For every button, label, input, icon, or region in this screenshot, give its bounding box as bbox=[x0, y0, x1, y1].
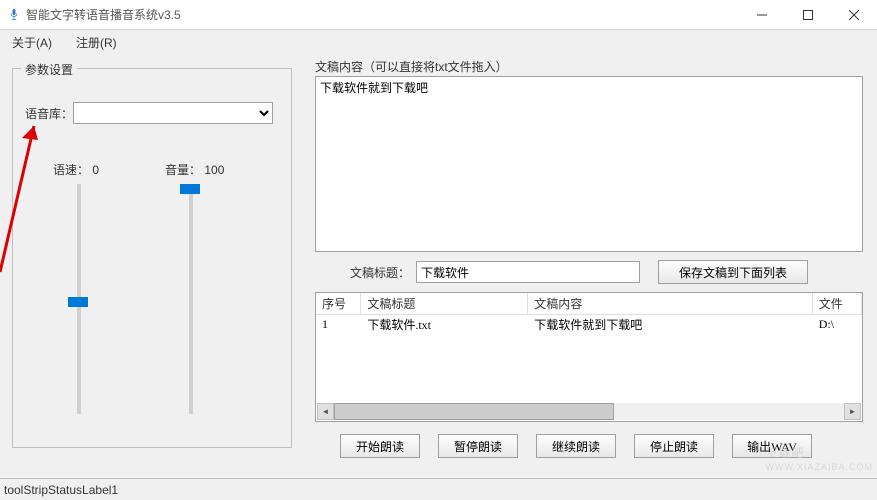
menubar: 关于(A) 注册(R) bbox=[0, 30, 877, 54]
content-title-input[interactable] bbox=[416, 261, 640, 283]
scroll-right-icon[interactable]: ► bbox=[844, 403, 861, 420]
output-wav-button[interactable]: 输出WAV bbox=[732, 434, 812, 458]
playback-buttons: 开始朗读 暂停朗读 继续朗读 停止朗读 输出WAV bbox=[340, 434, 812, 458]
volume-slider-thumb[interactable] bbox=[180, 184, 200, 194]
voice-lib-select[interactable] bbox=[73, 102, 273, 124]
list-row[interactable]: 1 下载软件.txt 下载软件就到下载吧 D:\ bbox=[316, 315, 862, 333]
col-path[interactable]: 文件 bbox=[813, 293, 862, 314]
statusbar: toolStripStatusLabel1 bbox=[0, 478, 877, 500]
col-content[interactable]: 文稿内容 bbox=[528, 293, 813, 314]
maximize-button[interactable] bbox=[785, 0, 831, 30]
volume-slider-track[interactable] bbox=[189, 184, 193, 414]
cell-content: 下载软件就到下载吧 bbox=[528, 316, 813, 333]
start-read-button[interactable]: 开始朗读 bbox=[340, 434, 420, 458]
mic-icon bbox=[8, 9, 20, 21]
cell-path: D:\ bbox=[813, 317, 862, 332]
content-title-label: 文稿标题： bbox=[350, 264, 410, 281]
listview-hscrollbar[interactable]: ◄ ► bbox=[317, 403, 861, 420]
speed-slider-thumb[interactable] bbox=[68, 297, 88, 307]
col-seq[interactable]: 序号 bbox=[316, 293, 361, 314]
titlebar: 智能文字转语音播音系统v3.5 bbox=[0, 0, 877, 30]
cell-seq: 1 bbox=[316, 317, 361, 332]
params-panel-title: 参数设置 bbox=[21, 61, 77, 78]
params-panel: 参数设置 语音库： 语速： 0 音量： 100 bbox=[12, 68, 292, 448]
status-label: toolStripStatusLabel1 bbox=[4, 483, 118, 497]
stop-read-button[interactable]: 停止朗读 bbox=[634, 434, 714, 458]
col-title[interactable]: 文稿标题 bbox=[361, 293, 528, 314]
window-title: 智能文字转语音播音系统v3.5 bbox=[26, 6, 739, 23]
client-area: 参数设置 语音库： 语速： 0 音量： 100 文稿内容（可以直接将txt文件拖… bbox=[0, 54, 877, 478]
scroll-left-icon[interactable]: ◄ bbox=[317, 403, 334, 420]
content-section-label: 文稿内容（可以直接将txt文件拖入） bbox=[315, 58, 508, 75]
scroll-thumb[interactable] bbox=[334, 403, 614, 420]
save-to-list-button[interactable]: 保存文稿到下面列表 bbox=[658, 260, 808, 284]
volume-value: 100 bbox=[204, 163, 224, 177]
menu-register[interactable]: 注册(R) bbox=[72, 32, 121, 53]
volume-label: 音量： 100 bbox=[165, 161, 224, 178]
scroll-track[interactable] bbox=[334, 403, 844, 420]
speed-label: 语速： 0 bbox=[53, 161, 99, 178]
cell-title: 下载软件.txt bbox=[361, 316, 528, 333]
menu-about[interactable]: 关于(A) bbox=[8, 32, 56, 53]
resume-read-button[interactable]: 继续朗读 bbox=[536, 434, 616, 458]
close-button[interactable] bbox=[831, 0, 877, 30]
listview-header: 序号 文稿标题 文稿内容 文件 bbox=[316, 293, 862, 315]
minimize-button[interactable] bbox=[739, 0, 785, 30]
content-textarea[interactable] bbox=[315, 76, 863, 252]
document-listview[interactable]: 序号 文稿标题 文稿内容 文件 1 下载软件.txt 下载软件就到下载吧 D:\… bbox=[315, 292, 863, 422]
speed-value: 0 bbox=[92, 163, 99, 177]
voice-lib-label: 语音库： bbox=[25, 105, 73, 122]
pause-read-button[interactable]: 暂停朗读 bbox=[438, 434, 518, 458]
